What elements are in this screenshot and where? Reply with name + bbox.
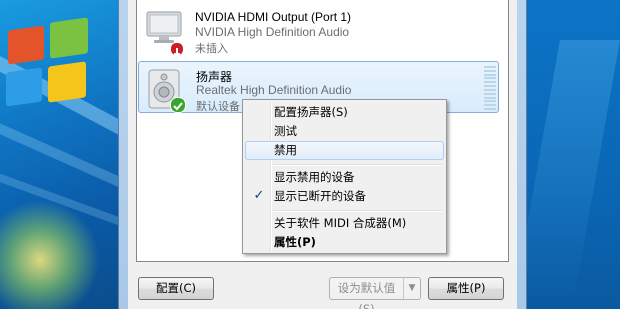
menu-item-configure-speakers[interactable]: 配置扬声器(S) <box>245 103 444 122</box>
volume-level-meter <box>484 66 496 110</box>
menu-item-label: 关于软件 MIDI 合成器(M) <box>274 216 407 230</box>
menu-item-show-disconnected-devices[interactable]: ✓ 显示已断开的设备 <box>245 187 444 206</box>
menu-item-show-disabled-devices[interactable]: 显示禁用的设备 <box>245 168 444 187</box>
menu-item-label: 显示已断开的设备 <box>274 189 366 203</box>
checkmark-icon: ✓ <box>253 188 265 203</box>
set-default-dropdown-arrow[interactable]: ▼ <box>403 277 421 300</box>
device-driver: Realtek High Definition Audio <box>196 83 352 97</box>
menu-item-about-midi[interactable]: 关于软件 MIDI 合成器(M) <box>245 214 444 233</box>
desktop-wallpaper-right <box>527 0 620 309</box>
menu-item-label: 属性(P) <box>274 235 316 249</box>
menu-separator <box>273 210 443 212</box>
configure-button[interactable]: 配置(C) <box>138 277 214 300</box>
menu-item-label: 测试 <box>274 124 297 138</box>
set-default-button[interactable]: 设为默认值(S) <box>329 277 404 309</box>
menu-item-label: 配置扬声器(S) <box>274 105 348 119</box>
default-check-badge-icon <box>170 97 186 113</box>
device-item-nvidia-hdmi[interactable]: NVIDIA HDMI Output (Port 1) NVIDIA High … <box>138 2 499 56</box>
unplugged-badge-icon <box>170 42 184 56</box>
desktop-wallpaper-left <box>0 0 118 309</box>
device-status: 未插入 <box>195 42 228 55</box>
menu-item-disable[interactable]: 禁用 <box>245 141 444 160</box>
device-context-menu: 配置扬声器(S) 测试 禁用 显示禁用的设备 ✓ 显示已断开的设备 关于软件 M… <box>242 99 447 254</box>
properties-button[interactable]: 属性(P) <box>428 277 504 300</box>
menu-separator <box>273 164 443 166</box>
device-status: 默认设备 <box>196 100 240 113</box>
device-name: NVIDIA HDMI Output (Port 1) <box>195 10 352 24</box>
menu-item-label: 禁用 <box>274 143 297 157</box>
menu-item-label: 显示禁用的设备 <box>274 170 355 184</box>
device-driver: NVIDIA High Definition Audio <box>195 25 350 39</box>
menu-item-test[interactable]: 测试 <box>245 122 444 141</box>
menu-item-properties[interactable]: 属性(P) <box>245 233 444 252</box>
